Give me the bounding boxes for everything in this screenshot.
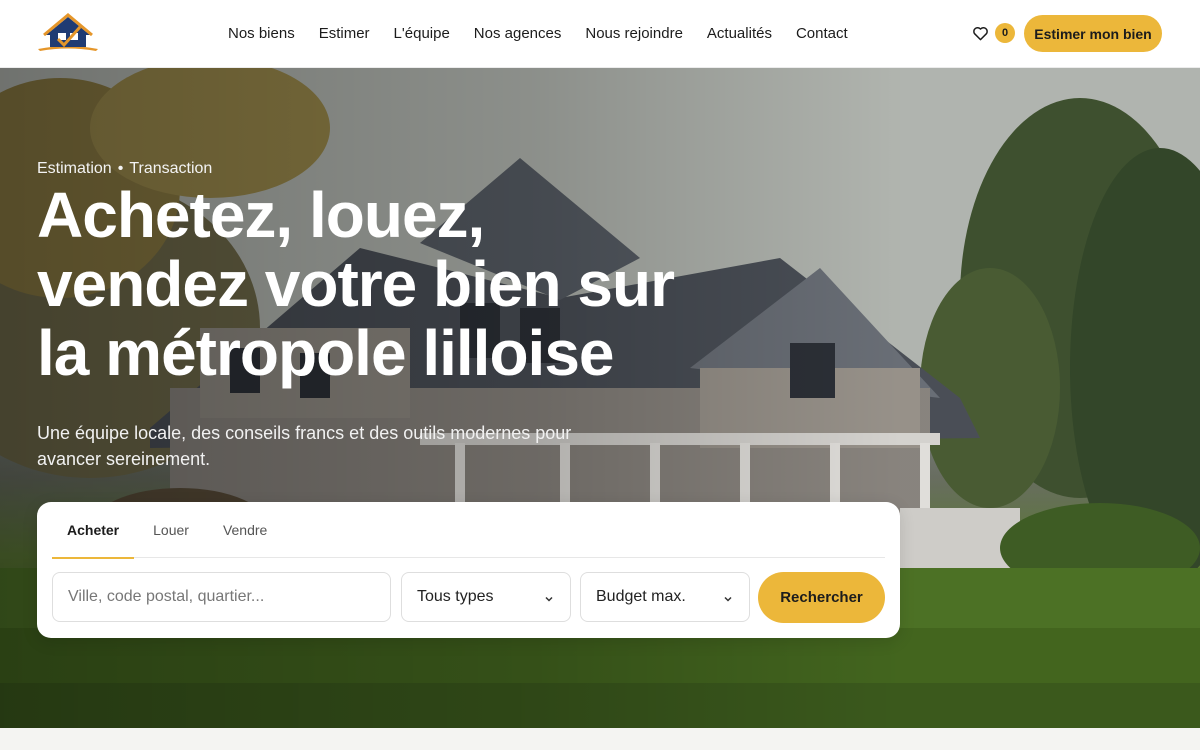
tab-vendre[interactable]: Vendre (208, 502, 282, 558)
tab-acheter[interactable]: Acheter (52, 502, 135, 559)
hero-headline: Achetez, louez, vendez votre bien sur la… (37, 179, 675, 389)
chevron-down-icon (544, 591, 554, 609)
property-type-select[interactable]: Tous types (401, 572, 571, 622)
eyebrow-transaction: Transaction (129, 160, 213, 177)
nav-estimer[interactable]: Estimer (319, 25, 370, 42)
budget-value: Budget max. (596, 588, 686, 605)
location-field-wrapper (52, 572, 391, 622)
nav-nous-rejoindre[interactable]: Nous rejoindre (585, 25, 683, 42)
estimate-property-button[interactable]: Estimer mon bien (1024, 15, 1162, 52)
location-search-input[interactable] (68, 588, 375, 606)
nav-nos-biens[interactable]: Nos biens (228, 25, 295, 42)
nav-actualites[interactable]: Actualités (707, 25, 772, 42)
search-submit-button[interactable]: Rechercher (758, 572, 885, 623)
property-search-card: Acheter Louer Vendre Tous types Budget m… (37, 502, 900, 638)
favorites-count-badge: 0 (995, 23, 1015, 43)
eyebrow-separator: • (117, 160, 124, 177)
hero-eyebrow: Estimation • Transaction (37, 160, 212, 178)
heart-icon[interactable] (970, 22, 990, 44)
site-header: Nos biens Estimer L'équipe Nos agences N… (0, 0, 1200, 68)
house-logo[interactable] (36, 13, 100, 55)
page-bottom-band (0, 728, 1200, 750)
chevron-down-icon (723, 591, 733, 609)
search-tabs: Acheter Louer Vendre (52, 502, 885, 559)
main-nav: Nos biens Estimer L'équipe Nos agences N… (216, 0, 860, 66)
eyebrow-estimation: Estimation (37, 160, 112, 177)
nav-equipe[interactable]: L'équipe (394, 25, 450, 42)
property-type-value: Tous types (417, 588, 494, 605)
budget-select[interactable]: Budget max. (580, 572, 750, 622)
nav-nos-agences[interactable]: Nos agences (474, 25, 562, 42)
hero-subtitle: Une équipe locale, des conseils francs e… (37, 423, 572, 469)
hero-section: Estimation • Transaction Achetez, louez, v… (0, 68, 1200, 728)
nav-contact[interactable]: Contact (796, 25, 848, 42)
tab-louer[interactable]: Louer (138, 502, 204, 558)
